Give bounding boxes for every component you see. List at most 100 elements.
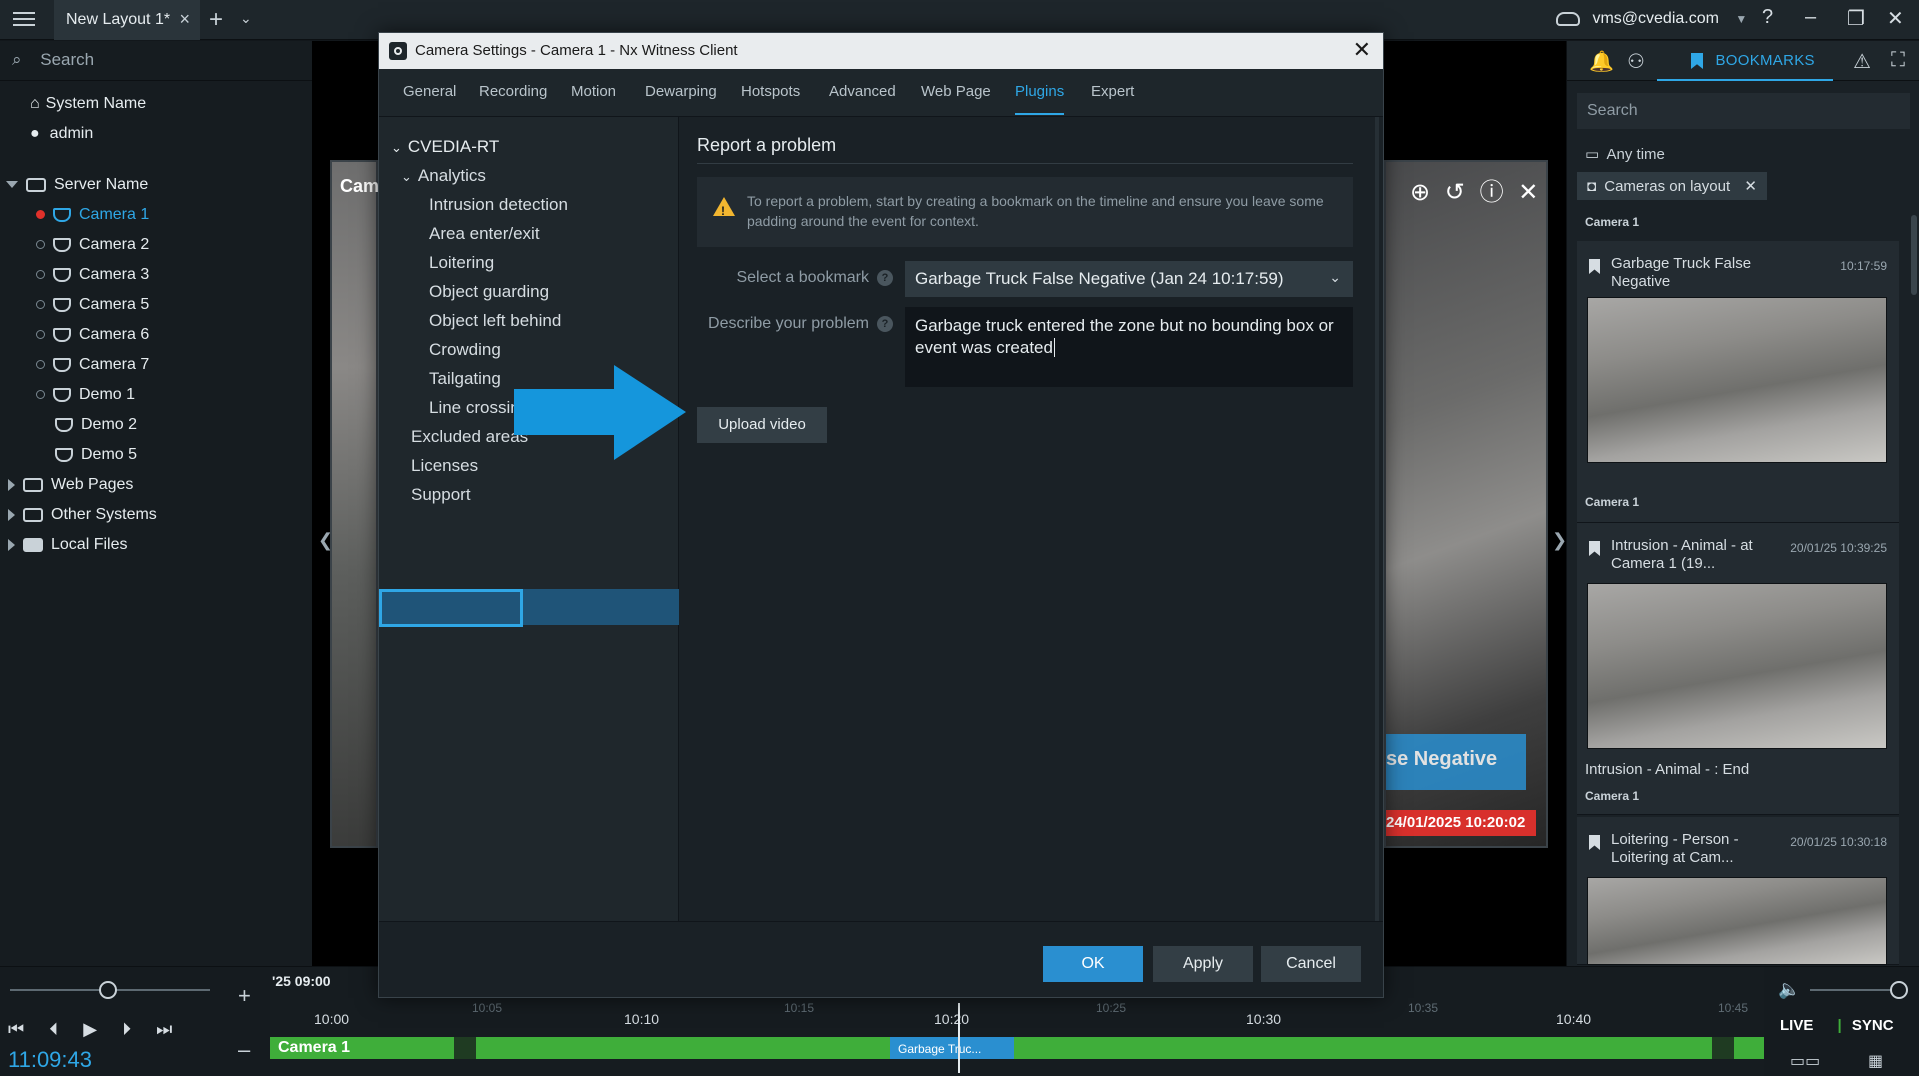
rotate-icon[interactable]: ↺ bbox=[1445, 179, 1465, 206]
tabs-dropdown-icon[interactable]: ⌄ bbox=[240, 10, 252, 27]
info-icon[interactable]: ⓘ bbox=[1480, 179, 1504, 206]
clear-filter-icon[interactable]: ✕ bbox=[1744, 178, 1757, 195]
nav-intrusion-detection[interactable]: Intrusion detection bbox=[429, 195, 568, 215]
upload-video-button[interactable]: Upload video bbox=[697, 407, 827, 443]
main-menu-icon[interactable] bbox=[10, 8, 38, 32]
tab-motion[interactable]: Motion bbox=[571, 83, 616, 100]
notifications-icon[interactable]: 🔔 bbox=[1589, 49, 1614, 74]
tree-user[interactable]: ● admin bbox=[30, 121, 93, 147]
tab-dewarping[interactable]: Dewarping bbox=[645, 83, 717, 100]
close-tile-icon[interactable]: ✕ bbox=[1518, 179, 1538, 206]
events-icon[interactable]: ⚠ bbox=[1853, 49, 1871, 74]
timeline-bookmark[interactable]: Garbage Truc... bbox=[890, 1037, 1014, 1059]
skip-forward-icon[interactable]: ⏭ bbox=[156, 1019, 172, 1039]
objects-icon[interactable]: ⛶ bbox=[1891, 49, 1905, 72]
tree-demo-5[interactable]: Demo 5 bbox=[55, 442, 137, 468]
apply-button[interactable]: Apply bbox=[1153, 946, 1253, 982]
tree-demo-2[interactable]: Demo 2 bbox=[55, 412, 137, 438]
tree-camera-1[interactable]: Camera 1 bbox=[36, 202, 149, 228]
nav-object-guarding[interactable]: Object guarding bbox=[429, 282, 549, 302]
camera-track[interactable]: Camera 1 Garbage Truc... bbox=[270, 1037, 1764, 1059]
tree-camera-5[interactable]: Camera 5 bbox=[36, 292, 149, 318]
layout-icon[interactable]: ▭▭ bbox=[1790, 1051, 1820, 1071]
expand-icon[interactable] bbox=[8, 478, 15, 491]
layout-tab[interactable]: New Layout 1* × bbox=[54, 0, 200, 40]
nav-support[interactable]: Support bbox=[411, 485, 471, 505]
tree-camera-3[interactable]: Camera 3 bbox=[36, 262, 149, 288]
nav-excluded-areas[interactable]: Excluded areas bbox=[411, 427, 528, 447]
motion-icon[interactable]: ⚇ bbox=[1627, 49, 1645, 74]
nav-licenses[interactable]: Licenses bbox=[411, 456, 478, 476]
cancel-button[interactable]: Cancel bbox=[1261, 946, 1361, 982]
expand-icon[interactable] bbox=[8, 538, 15, 551]
bookmark-card[interactable]: Garbage Truck False Negative 10:17:59 Ca… bbox=[1577, 241, 1899, 523]
tree-web-pages[interactable]: Web Pages bbox=[8, 472, 133, 498]
nav-analytics[interactable]: ⌄ Analytics bbox=[401, 166, 486, 186]
speed-slider-handle[interactable] bbox=[99, 981, 117, 999]
tab-advanced[interactable]: Advanced bbox=[829, 83, 896, 100]
tab-plugins[interactable]: Plugins bbox=[1015, 83, 1065, 115]
minimize-icon[interactable]: – bbox=[1805, 6, 1816, 29]
expand-icon[interactable] bbox=[6, 181, 18, 189]
zoom-in-icon[interactable]: + bbox=[238, 983, 251, 1009]
camera-tile-right[interactable]: se Negative 24/01/2025 10:20:02 bbox=[1384, 160, 1548, 848]
zoom-out-icon[interactable]: – bbox=[238, 1037, 250, 1063]
tab-general[interactable]: General bbox=[403, 83, 456, 100]
tab-web-page[interactable]: Web Page bbox=[921, 83, 991, 100]
nav-area-enter-exit[interactable]: Area enter/exit bbox=[429, 224, 540, 244]
bookmark-card[interactable]: Loitering - Person - Loitering at Cam...… bbox=[1577, 817, 1899, 965]
help-icon[interactable]: ? bbox=[1762, 6, 1773, 29]
tree-system[interactable]: ⌂ System Name bbox=[30, 91, 146, 117]
nav-tailgating[interactable]: Tailgating bbox=[429, 369, 501, 389]
calendar-icon[interactable]: ▦ bbox=[1868, 1051, 1883, 1071]
nav-cvedia-rt[interactable]: ⌄ CVEDIA-RT bbox=[391, 137, 499, 157]
expand-icon[interactable] bbox=[8, 508, 15, 521]
tree-camera-7[interactable]: Camera 7 bbox=[36, 352, 149, 378]
close-dialog-icon[interactable]: ✕ bbox=[1353, 37, 1371, 63]
close-tab-icon[interactable]: × bbox=[179, 9, 190, 30]
tree-camera-6[interactable]: Camera 6 bbox=[36, 322, 149, 348]
bookmark-thumbnail[interactable] bbox=[1587, 877, 1887, 965]
ptz-icon[interactable]: ⊕ bbox=[1410, 179, 1430, 206]
tab-expert[interactable]: Expert bbox=[1091, 83, 1134, 100]
content-scrollbar[interactable] bbox=[1375, 117, 1379, 921]
bookmark-card[interactable]: Intrusion - Animal - at Camera 1 (19... … bbox=[1577, 523, 1899, 815]
bookmark-thumbnail[interactable] bbox=[1587, 583, 1887, 749]
tree-search[interactable]: ⌕ Search bbox=[0, 41, 312, 81]
skip-back-icon[interactable]: ⏮ bbox=[8, 1019, 24, 1039]
camera-filter-chip[interactable]: ◘ Cameras on layout ✕ bbox=[1577, 172, 1767, 200]
close-app-icon[interactable]: ✕ bbox=[1887, 6, 1904, 31]
chevron-right-icon[interactable]: ❯ bbox=[1552, 530, 1567, 551]
tree-demo-1[interactable]: Demo 1 bbox=[36, 382, 135, 408]
time-filter[interactable]: ▭ Any time bbox=[1585, 145, 1665, 163]
camera-tile-left[interactable]: Cam bbox=[330, 160, 379, 848]
tree-camera-2[interactable]: Camera 2 bbox=[36, 232, 149, 258]
bookmark-select[interactable]: Garbage Truck False Negative (Jan 24 10:… bbox=[905, 261, 1353, 297]
problem-description-field[interactable]: Garbage truck entered the zone but no bo… bbox=[905, 307, 1353, 387]
bookmark-thumbnail[interactable] bbox=[1587, 297, 1887, 463]
tree-other-systems[interactable]: Other Systems bbox=[8, 502, 157, 528]
tree-local-files[interactable]: Local Files bbox=[8, 532, 127, 558]
help-icon[interactable]: ? bbox=[877, 269, 893, 286]
step-back-icon[interactable]: ⏴ bbox=[49, 1019, 58, 1039]
nav-loitering[interactable]: Loitering bbox=[429, 253, 494, 273]
sync-button[interactable]: SYNC bbox=[1852, 1017, 1894, 1034]
timeline-cursor[interactable] bbox=[958, 1003, 960, 1073]
bookmarks-scrollbar[interactable] bbox=[1911, 215, 1917, 295]
cloud-account[interactable]: vms@cvedia.com ▼ bbox=[1556, 10, 1747, 28]
restore-icon[interactable]: ❐ bbox=[1847, 6, 1865, 31]
volume-icon[interactable]: 🔈 bbox=[1778, 979, 1800, 1000]
live-button[interactable]: LIVE bbox=[1780, 1017, 1813, 1034]
help-icon[interactable]: ? bbox=[877, 315, 893, 332]
ok-button[interactable]: OK bbox=[1043, 946, 1143, 982]
tree-server[interactable]: Server Name bbox=[6, 172, 148, 198]
tab-recording[interactable]: Recording bbox=[479, 83, 547, 100]
tab-bookmarks[interactable]: BOOKMARKS bbox=[1657, 41, 1833, 81]
step-forward-icon[interactable]: ⏵ bbox=[122, 1019, 131, 1039]
nav-crowding[interactable]: Crowding bbox=[429, 340, 501, 360]
chevron-down-icon[interactable]: ⌄ bbox=[401, 169, 412, 184]
bookmark-search[interactable]: Search bbox=[1577, 93, 1910, 129]
new-tab-icon[interactable]: + bbox=[209, 6, 223, 34]
nav-object-left-behind[interactable]: Object left behind bbox=[429, 311, 561, 331]
tab-hotspots[interactable]: Hotspots bbox=[741, 83, 800, 100]
